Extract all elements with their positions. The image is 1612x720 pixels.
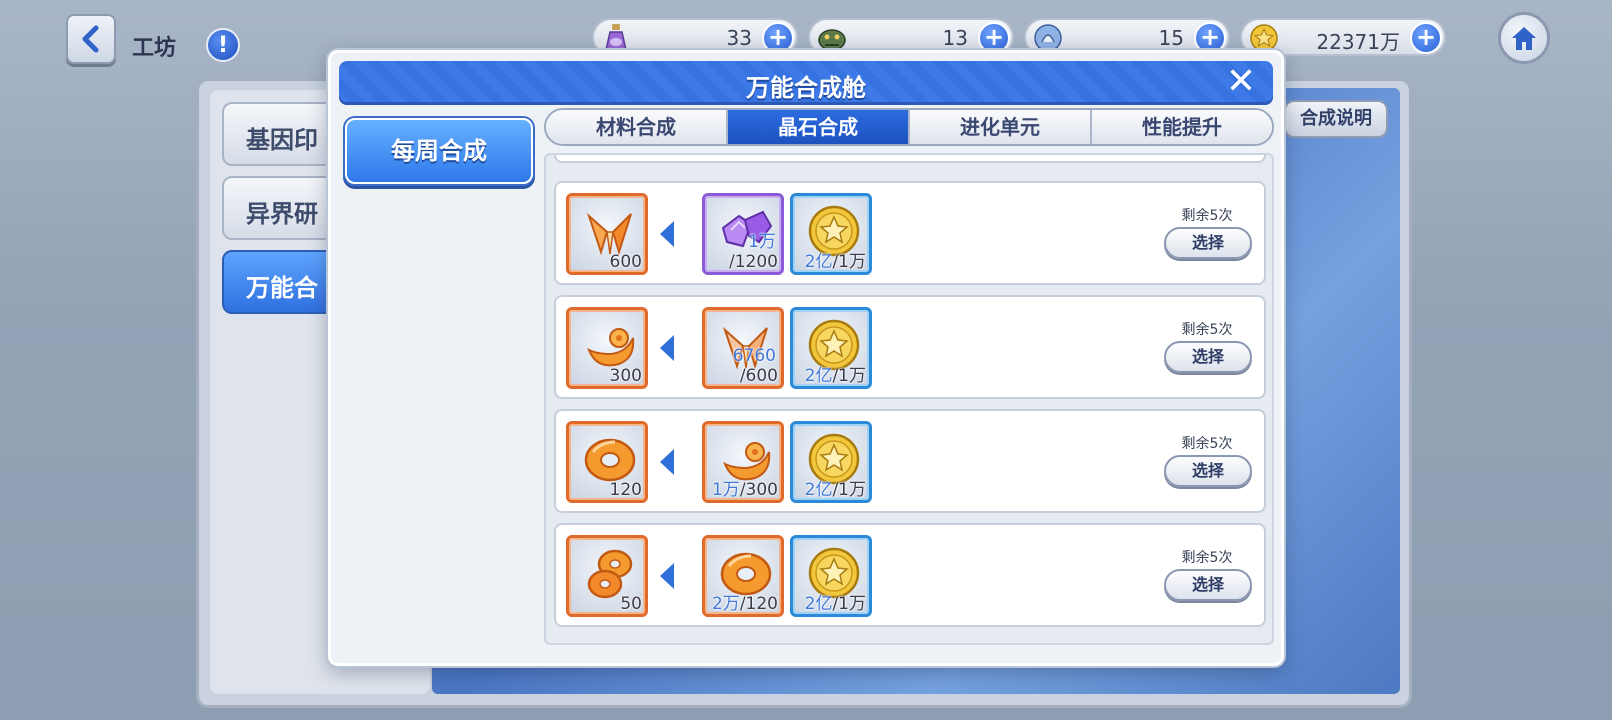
select-button[interactable]: 选择 [1164,341,1252,373]
required-count: /1万 [832,366,866,386]
ingredient-item[interactable]: 2亿/1万 [790,421,872,503]
synthesis-help-button[interactable]: 合成说明 [1284,100,1388,138]
resource-value: 15 [1158,26,1184,50]
resource-value: 13 [942,26,968,50]
ingredient-item[interactable]: 1万/300 [702,421,784,503]
arrow-left-icon [660,335,674,361]
add-gold-button[interactable]: + [1410,22,1442,54]
ingredient-count: 1万/300 [712,475,778,500]
required-count: /1万 [832,480,866,500]
tab-performance[interactable]: 性能提升 [1092,110,1272,144]
owned-count: 2亿 [804,252,833,272]
back-button[interactable] [66,14,116,64]
required-count: /600 [739,366,778,386]
ingredient-count: 2亿/1万 [805,589,866,614]
ingredient-count: 6760/600 [733,346,778,386]
recipe-row: 50 2万/120 2亿/1万 剩余5次 选择 [554,523,1266,627]
result-count: 300 [609,366,642,386]
weekly-synthesis-button[interactable]: 每周合成 [345,118,533,184]
recipe-row: 600 1万/1200 2亿/1万 剩余5次 选择 [554,181,1266,285]
recipe-list[interactable]: 600 1万/1200 2亿/1万 剩余5次 选择 300 6760 /600 … [544,153,1274,645]
page-title: 工坊 [132,36,177,61]
owned-count: 1万 [748,232,776,252]
remaining-count: 剩余5次 [1181,322,1233,338]
tab-crystal[interactable]: 晶石合成 [728,110,910,144]
owned-count: 6760 [732,346,776,366]
synthesis-tabs: 材料合成 晶石合成 进化单元 性能提升 [544,108,1274,146]
close-button[interactable]: ✕ [1223,64,1259,101]
resource-value: 22371万 [1316,30,1400,54]
remaining-count: 剩余5次 [1181,208,1233,224]
required-count: /1万 [832,252,866,272]
required-count: /1200 [729,252,778,272]
required-count: /120 [739,594,778,614]
result-count: 120 [609,480,642,500]
ingredient-item[interactable]: 2亿/1万 [790,307,872,389]
required-count: /1万 [832,594,866,614]
arrow-left-icon [660,221,674,247]
result-item[interactable]: 600 [566,193,648,275]
recipe-row: 300 6760/600 2亿/1万 剩余5次 选择 [554,295,1266,399]
remaining-count: 剩余5次 [1181,550,1233,566]
chevron-left-icon [82,25,99,53]
select-button[interactable]: 选择 [1164,569,1252,601]
ingredient-item[interactable]: 2亿/1万 [790,535,872,617]
modal-header: 万能合成舱 ✕ [339,61,1273,105]
ingredient-count: 2万/120 [712,589,778,614]
tab-material[interactable]: 材料合成 [546,110,728,144]
result-count: 600 [609,252,642,272]
ingredient-item[interactable]: 6760/600 [702,307,784,389]
tab-evolution[interactable]: 进化单元 [910,110,1092,144]
ingredient-count: 2亿/1万 [805,475,866,500]
required-count: /300 [739,480,778,500]
owned-count: 2亿 [804,594,833,614]
home-icon [1512,27,1536,50]
ingredient-item[interactable]: 2万/120 [702,535,784,617]
result-count: 50 [620,594,642,614]
result-item[interactable]: 120 [566,421,648,503]
ingredient-item[interactable]: 2亿/1万 [790,193,872,275]
recipe-row: 120 1万/300 2亿/1万 剩余5次 选择 [554,409,1266,513]
list-item-partial [554,155,1266,163]
owned-count: 2万 [711,594,740,614]
ingredient-count: 2亿/1万 [805,361,866,386]
home-button[interactable] [1498,12,1550,64]
resource-value: 33 [726,26,752,50]
ingredient-count: 2亿/1万 [805,247,866,272]
info-button[interactable]: ! [206,28,240,62]
ingredient-count: 1万/1200 [729,232,778,272]
synthesis-modal: 万能合成舱 ✕ 每周合成 材料合成 晶石合成 进化单元 性能提升 600 1万 … [328,50,1284,666]
select-button[interactable]: 选择 [1164,227,1252,259]
ingredient-item[interactable]: 1万/1200 [702,193,784,275]
result-item[interactable]: 50 [566,535,648,617]
select-button[interactable]: 选择 [1164,455,1252,487]
owned-count: 2亿 [804,480,833,500]
owned-count: 1万 [711,480,740,500]
owned-count: 2亿 [804,366,833,386]
result-item[interactable]: 300 [566,307,648,389]
arrow-left-icon [660,449,674,475]
modal-title: 万能合成舱 [746,74,866,102]
arrow-left-icon [660,563,674,589]
remaining-count: 剩余5次 [1181,436,1233,452]
